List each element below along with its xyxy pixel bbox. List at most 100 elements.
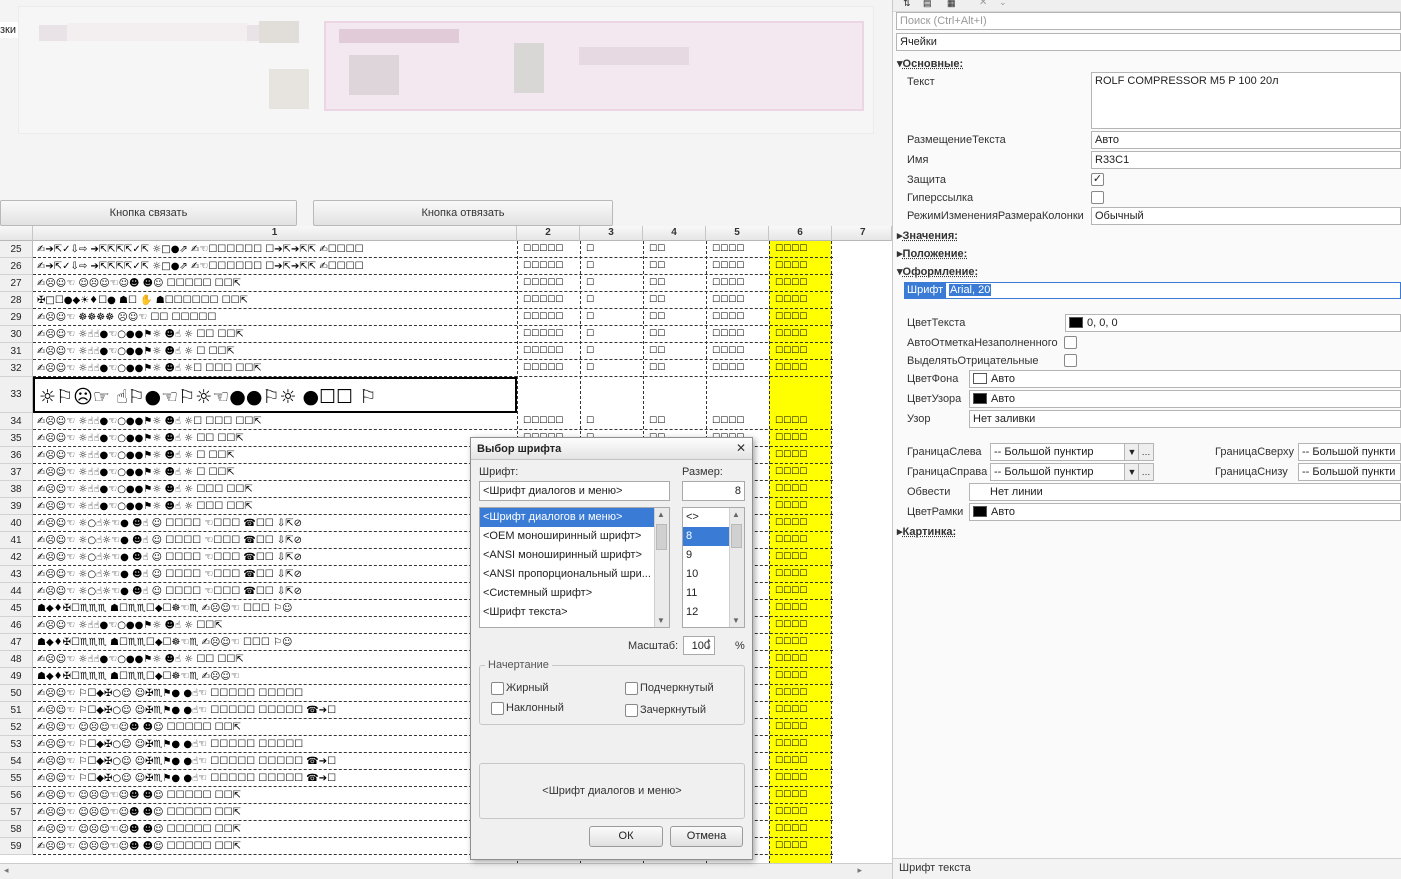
row-header[interactable]: 28: [0, 292, 33, 309]
row-header[interactable]: 38: [0, 481, 33, 498]
table-row[interactable]: ✠□☐●◆☀♦☐● ☗☐ ✋ ☗☐☐☐☐☐☐ ☐☐⇱ ☐☐☐☐☐ ☐ ☐☐ ☐☐☐☐ ☐☐…: [33, 292, 833, 309]
column-header-4[interactable]: 4: [643, 226, 706, 241]
row-header[interactable]: 46: [0, 617, 33, 634]
size-list[interactable]: <> 8 9 10 11 12 ▲ ▼: [682, 507, 745, 628]
more-icon[interactable]: …: [1138, 443, 1154, 461]
row-header[interactable]: 53: [0, 736, 33, 753]
border-right-value[interactable]: -- Большой пунктир: [990, 463, 1126, 481]
row-header[interactable]: 31: [0, 343, 33, 360]
ok-button[interactable]: ОК: [589, 826, 663, 847]
row-header[interactable]: 35: [0, 430, 33, 447]
scroll-thumb[interactable]: [656, 524, 667, 550]
section-appearance[interactable]: ▾Оформление:: [897, 265, 978, 278]
size-list-scrollbar[interactable]: ▲ ▼: [729, 508, 744, 627]
cancel-button[interactable]: Отмена: [670, 826, 743, 847]
row-header[interactable]: 55: [0, 770, 33, 787]
table-row[interactable]: ✍☹☺☜ ☼☝☝●☜○●●⚑☼ ☻☝ ☼☐ ☐☐☐ ☐☐⇱ ☐☐☐☐☐ ☐ ☐☐ ☐☐☐…: [33, 413, 833, 430]
font-name-input[interactable]: <Шрифт диалогов и меню>: [479, 481, 670, 501]
arrow-down-icon[interactable]: ▼: [732, 616, 740, 625]
arrow-up-icon[interactable]: ▲: [657, 510, 665, 519]
font-size-input[interactable]: 8: [682, 481, 745, 501]
border-left-value[interactable]: -- Большой пунктир: [990, 443, 1126, 461]
bold-checkbox[interactable]: [491, 682, 504, 695]
font-property-value[interactable]: Arial, 20: [945, 282, 1401, 299]
row-header[interactable]: 34: [0, 413, 33, 430]
close-icon[interactable]: ✕: [979, 0, 987, 8]
row-header[interactable]: 45: [0, 600, 33, 617]
font-list[interactable]: <Шрифт диалогов и меню> <OEM моноширинный…: [479, 507, 670, 628]
column-header-7[interactable]: 7: [832, 226, 892, 241]
horizontal-scrollbar[interactable]: ◂ ▸: [0, 863, 892, 879]
negative-checkbox[interactable]: [1064, 354, 1077, 367]
column-header-6[interactable]: 6: [769, 226, 832, 241]
textcolor-value[interactable]: 0, 0, 0: [1065, 314, 1401, 332]
automark-checkbox[interactable]: [1064, 336, 1077, 349]
table-row[interactable]: ✍☹☺☜ ☺☹☺☜☺☻ ☻☺ ☐☐☐☐☐ ☐☐⇱☐☐☐☐☐☐☐☐☐☐☐☐☐☐☐☐: [33, 275, 833, 292]
font-list-scrollbar[interactable]: ▲ ▼: [654, 508, 669, 627]
row-header[interactable]: 36: [0, 447, 33, 464]
text-value-field[interactable]: ROLF COMPRESSOR M5 P 100 20л: [1091, 72, 1401, 129]
table-row[interactable]: ✍➔⇱✓⇩⇨ ➔⇱⇱⇱⇱✓⇱ ☼□●⇗ ✍☜☐☐☐☐☐☐ ☐➔⇱➔⇱⇱ ✍☐☐☐…: [33, 258, 833, 275]
pattern-value[interactable]: Нет заливки: [969, 410, 1401, 428]
table-row[interactable]: ☼⚐☹☞ ☝⚐●☜⚐☼☜●●⚐☼ ●☐☐ ⚐☐☐☐☐☐☐☐☐☐☐☐☐☐☐☐☐: [33, 377, 517, 413]
frame-color-value[interactable]: Авто: [969, 503, 1401, 521]
row-header[interactable]: 47: [0, 634, 33, 651]
row-header[interactable]: 42: [0, 549, 33, 566]
scroll-right-icon[interactable]: ▸: [857, 865, 862, 876]
underline-checkbox[interactable]: [625, 682, 638, 695]
row-header[interactable]: 33: [0, 377, 33, 413]
row-header[interactable]: 40: [0, 515, 33, 532]
column-header-2[interactable]: 2: [517, 226, 580, 241]
column-header-5[interactable]: 5: [706, 226, 769, 241]
corner-header[interactable]: [0, 226, 33, 241]
scroll-left-icon[interactable]: ◂: [4, 865, 9, 876]
row-header[interactable]: 52: [0, 719, 33, 736]
table-row[interactable]: ✍☹☺☜ ☼☝☝●☜○●●⚑☼ ☻☝ ☼ ☐☐ ☐☐⇱☐☐☐☐☐☐☐☐☐☐☐☐☐…: [33, 326, 833, 343]
table-row[interactable]: ✍☹☺☜ ☼☝☝●☜○●●⚑☼ ☻☝ ☼ ☐ ☐☐⇱☐☐☐☐☐☐☐☐☐☐☐☐☐☐…: [33, 343, 833, 360]
pattern-color-value[interactable]: Авто: [969, 390, 1401, 408]
resize-value[interactable]: Обычный: [1091, 207, 1401, 225]
dropdown-icon[interactable]: ⌄: [999, 0, 1007, 8]
row-header[interactable]: 26: [0, 258, 33, 275]
row-header[interactable]: 48: [0, 651, 33, 668]
arrow-up-icon[interactable]: ▲: [732, 510, 740, 519]
unlink-button[interactable]: Кнопка отвязать: [313, 200, 613, 226]
border-top-value[interactable]: -- Большой пункти: [1298, 443, 1401, 461]
column-header-3[interactable]: 3: [580, 226, 643, 241]
row-header[interactable]: 58: [0, 821, 33, 838]
section-values[interactable]: ▸Значения:: [897, 229, 958, 242]
italic-checkbox[interactable]: [491, 702, 504, 715]
bgcolor-value[interactable]: Авто: [969, 370, 1401, 388]
row-header[interactable]: 29: [0, 309, 33, 326]
row-header[interactable]: 50: [0, 685, 33, 702]
column-header-1[interactable]: 1: [33, 226, 517, 241]
table-row[interactable]: ✍☹☺☜ ☼☝☝●☜○●●⚑☼ ☻☝ ☼☐ ☐☐☐ ☐☐⇱ ☐☐☐☐☐ ☐ ☐☐ ☐☐☐…: [33, 360, 833, 377]
row-header[interactable]: 51: [0, 702, 33, 719]
spreadsheet-grid[interactable]: 1 2 3 4 5 6 7 ◂ ▸ 25 ✍➔⇱✓⇩⇨ ➔⇱⇱⇱⇱✓⇱ ☼□●⇗ …: [0, 226, 892, 879]
arrow-down-icon[interactable]: ▼: [657, 616, 665, 625]
row-header[interactable]: 59: [0, 838, 33, 855]
strike-checkbox[interactable]: [625, 704, 638, 717]
protect-checkbox[interactable]: ✓: [1091, 173, 1104, 186]
row-header[interactable]: 54: [0, 753, 33, 770]
row-header[interactable]: 30: [0, 326, 33, 343]
font-list-item[interactable]: <Шрифт текста>: [480, 603, 669, 622]
section-picture[interactable]: ▸Картинка:: [897, 525, 956, 538]
font-list-item[interactable]: <ANSI пропорциональный шри...: [480, 565, 669, 584]
scroll-thumb[interactable]: [731, 524, 742, 548]
surround-value[interactable]: Нет линии: [969, 483, 1401, 501]
name-value[interactable]: R33C1: [1091, 151, 1401, 169]
row-header[interactable]: 39: [0, 498, 33, 515]
section-basic[interactable]: ▾Основные:: [897, 57, 963, 70]
spin-icon[interactable]: ▴ ▾: [707, 637, 711, 653]
row-header[interactable]: 44: [0, 583, 33, 600]
table-row[interactable]: ✍➔⇱✓⇩⇨ ➔⇱⇱⇱⇱✓⇱ ☼□●⇗ ✍☜☐☐☐☐☐☐ ☐➔⇱➔⇱⇱ ✍☐☐☐…: [33, 241, 833, 258]
row-header[interactable]: 43: [0, 566, 33, 583]
placement-value[interactable]: Авто: [1091, 131, 1401, 149]
row-header[interactable]: 41: [0, 532, 33, 549]
search-input[interactable]: Поиск (Ctrl+Alt+I): [896, 12, 1401, 30]
row-header[interactable]: 27: [0, 275, 33, 292]
row-header[interactable]: 25: [0, 241, 33, 258]
font-property-label[interactable]: Шрифт: [904, 282, 947, 299]
font-list-item[interactable]: <ANSI моноширинный шрифт>: [480, 546, 669, 565]
